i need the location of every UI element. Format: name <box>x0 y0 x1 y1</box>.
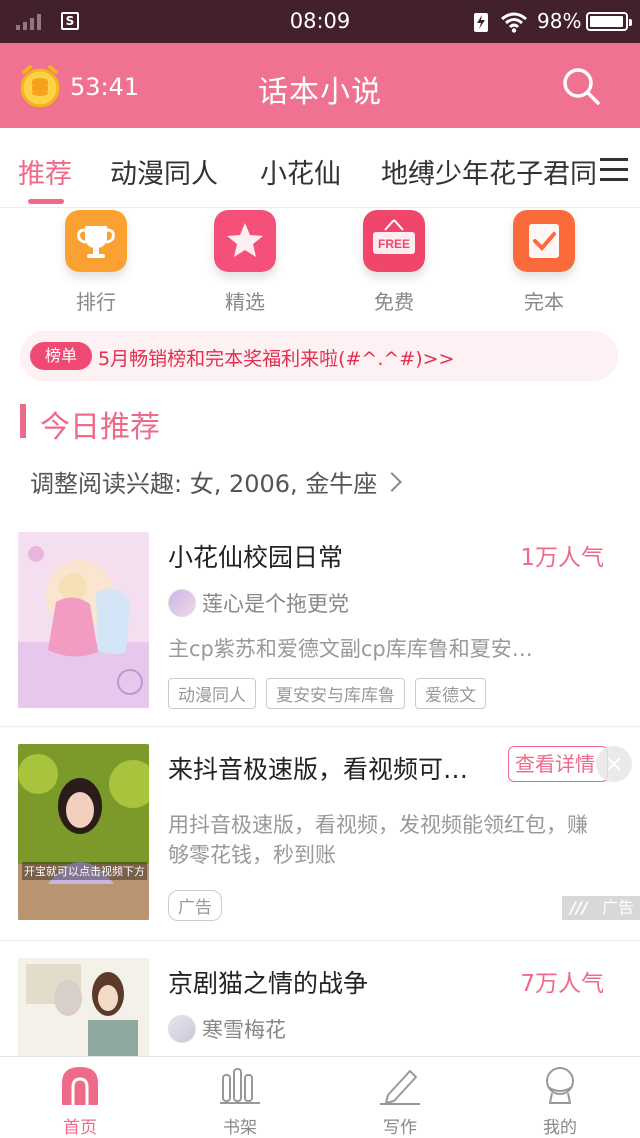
nav-label: 书架 <box>223 1118 257 1138</box>
book-title: 小花仙校园日常 <box>168 543 344 572</box>
app-title: 话本小说 <box>258 75 382 110</box>
tag-list: 动漫同人 夏安安与库库鲁 爱德文 <box>168 678 496 709</box>
author-row[interactable]: 莲心是个拖更党 <box>168 588 349 618</box>
book-title: 京剧猫之情的战争 <box>168 969 369 998</box>
tab-anime-fanfic[interactable]: 动漫同人 <box>110 152 218 191</box>
status-bar: S 08:09 98% <box>0 0 640 43</box>
notice-tag: 榜单 <box>30 342 92 370</box>
free-sign-icon: FREE <box>363 210 425 272</box>
ad-description: 用抖音极速版，看视频，发视频能领红包，赚够零花钱，秒到账 <box>168 813 588 867</box>
battery-percent: 98% <box>537 9 582 33</box>
reading-preferences-link[interactable]: 调整阅读兴趣: 女, 2006, 金牛座 <box>30 464 403 499</box>
ad-title: 来抖音极速版，看视频可… <box>168 755 469 784</box>
popularity-count: 1万人气 <box>520 545 604 571</box>
quick-entry-label: 免费 <box>374 290 414 314</box>
preferences-text: 调整阅读兴趣: 女, 2006, 金牛座 <box>30 470 378 498</box>
nav-write[interactable]: 写作 <box>320 1057 480 1138</box>
notice-text: 5月畅销榜和完本奖福利来啦(#^.^#)>> <box>98 348 455 370</box>
pen-icon <box>380 1070 420 1105</box>
quick-entry-label: 排行 <box>76 290 116 314</box>
avatar <box>168 1015 196 1043</box>
nav-label: 我的 <box>543 1118 577 1138</box>
bookshelf-icon <box>220 1068 260 1104</box>
author-name: 寒雪梅花 <box>202 1018 286 1042</box>
ad-badge: /// 广告 <box>562 896 640 920</box>
ad-cover-art <box>18 744 149 920</box>
battery-icon <box>586 12 632 31</box>
ad-badge-text: 广告 <box>601 898 634 917</box>
author-row[interactable]: 寒雪梅花 <box>168 1014 286 1044</box>
quick-entry-label: 精选 <box>225 290 265 314</box>
tag-chip[interactable]: 夏安安与库库鲁 <box>266 678 405 709</box>
star-icon <box>214 210 276 272</box>
section-title: 今日推荐 <box>40 410 160 445</box>
author-name: 莲心是个拖更党 <box>202 592 349 616</box>
check-book-icon <box>513 210 575 272</box>
search-icon[interactable] <box>560 65 602 107</box>
nav-label: 首页 <box>63 1118 97 1138</box>
nav-home[interactable]: 首页 <box>0 1057 160 1138</box>
bottom-nav: 首页 书架 写作 我的 <box>0 1056 640 1138</box>
ad-cover-image[interactable]: 开宝就可以点击视频下方 <box>18 744 149 920</box>
quick-entry-completed[interactable]: 完本 <box>489 208 599 318</box>
quick-entry-label: 完本 <box>524 290 564 314</box>
free-sign-text: FREE <box>378 237 410 251</box>
book-description: 主cp紫苏和爱德文副cp库库鲁和夏安… <box>168 637 533 661</box>
book-card[interactable]: 小花仙校园日常 1万人气 莲心是个拖更党 主cp紫苏和爱德文副cp库库鲁和夏安…… <box>0 532 640 722</box>
quick-entry-featured[interactable]: 精选 <box>190 208 300 318</box>
tab-recommend[interactable]: 推荐 <box>18 152 72 191</box>
book-cover-image[interactable] <box>18 532 149 708</box>
view-details-button[interactable]: 查看详情 <box>508 746 608 782</box>
quick-entry-ranking[interactable]: 排行 <box>41 208 151 318</box>
category-tabs: 推荐 动漫同人 小花仙 地缚少年花子君同 <box>0 128 640 208</box>
tag-chip[interactable]: 爱德文 <box>415 678 486 709</box>
chevron-right-icon <box>382 472 403 492</box>
nav-profile[interactable]: 我的 <box>480 1057 640 1138</box>
ranking-notice[interactable]: 榜单 5月畅销榜和完本奖福利来啦(#^.^#)>> <box>20 331 618 381</box>
ad-cover-caption: 开宝就可以点击视频下方 <box>22 862 147 880</box>
close-icon[interactable] <box>596 746 632 782</box>
quick-entry-free[interactable]: FREE 免费 <box>339 208 449 318</box>
ad-tag-list: 广告 <box>168 890 232 921</box>
active-tab-indicator <box>28 199 64 204</box>
ad-tag: 广告 <box>168 890 222 921</box>
tag-chip[interactable]: 动漫同人 <box>168 678 256 709</box>
nav-label: 写作 <box>383 1118 417 1138</box>
divider <box>0 940 640 941</box>
nav-bookshelf[interactable]: 书架 <box>160 1057 320 1138</box>
popularity-count: 7万人气 <box>520 971 604 997</box>
tab-flower-fairy[interactable]: 小花仙 <box>260 152 341 191</box>
charging-icon <box>474 13 488 32</box>
tab-hanako-kun[interactable]: 地缚少年花子君同 <box>381 152 597 191</box>
home-icon <box>62 1067 98 1105</box>
app-header: 53:41 话本小说 <box>0 43 640 128</box>
book-cover-image[interactable] <box>18 958 149 1056</box>
avatar <box>168 589 196 617</box>
trophy-icon <box>65 210 127 272</box>
book-card[interactable]: 京剧猫之情的战争 7万人气 寒雪梅花 <box>0 958 640 1056</box>
menu-icon[interactable] <box>596 150 640 190</box>
divider <box>0 726 640 727</box>
ad-logo-icon: /// <box>570 898 588 917</box>
section-marker <box>20 404 26 438</box>
wifi-icon <box>501 12 527 33</box>
profile-icon <box>546 1067 574 1104</box>
